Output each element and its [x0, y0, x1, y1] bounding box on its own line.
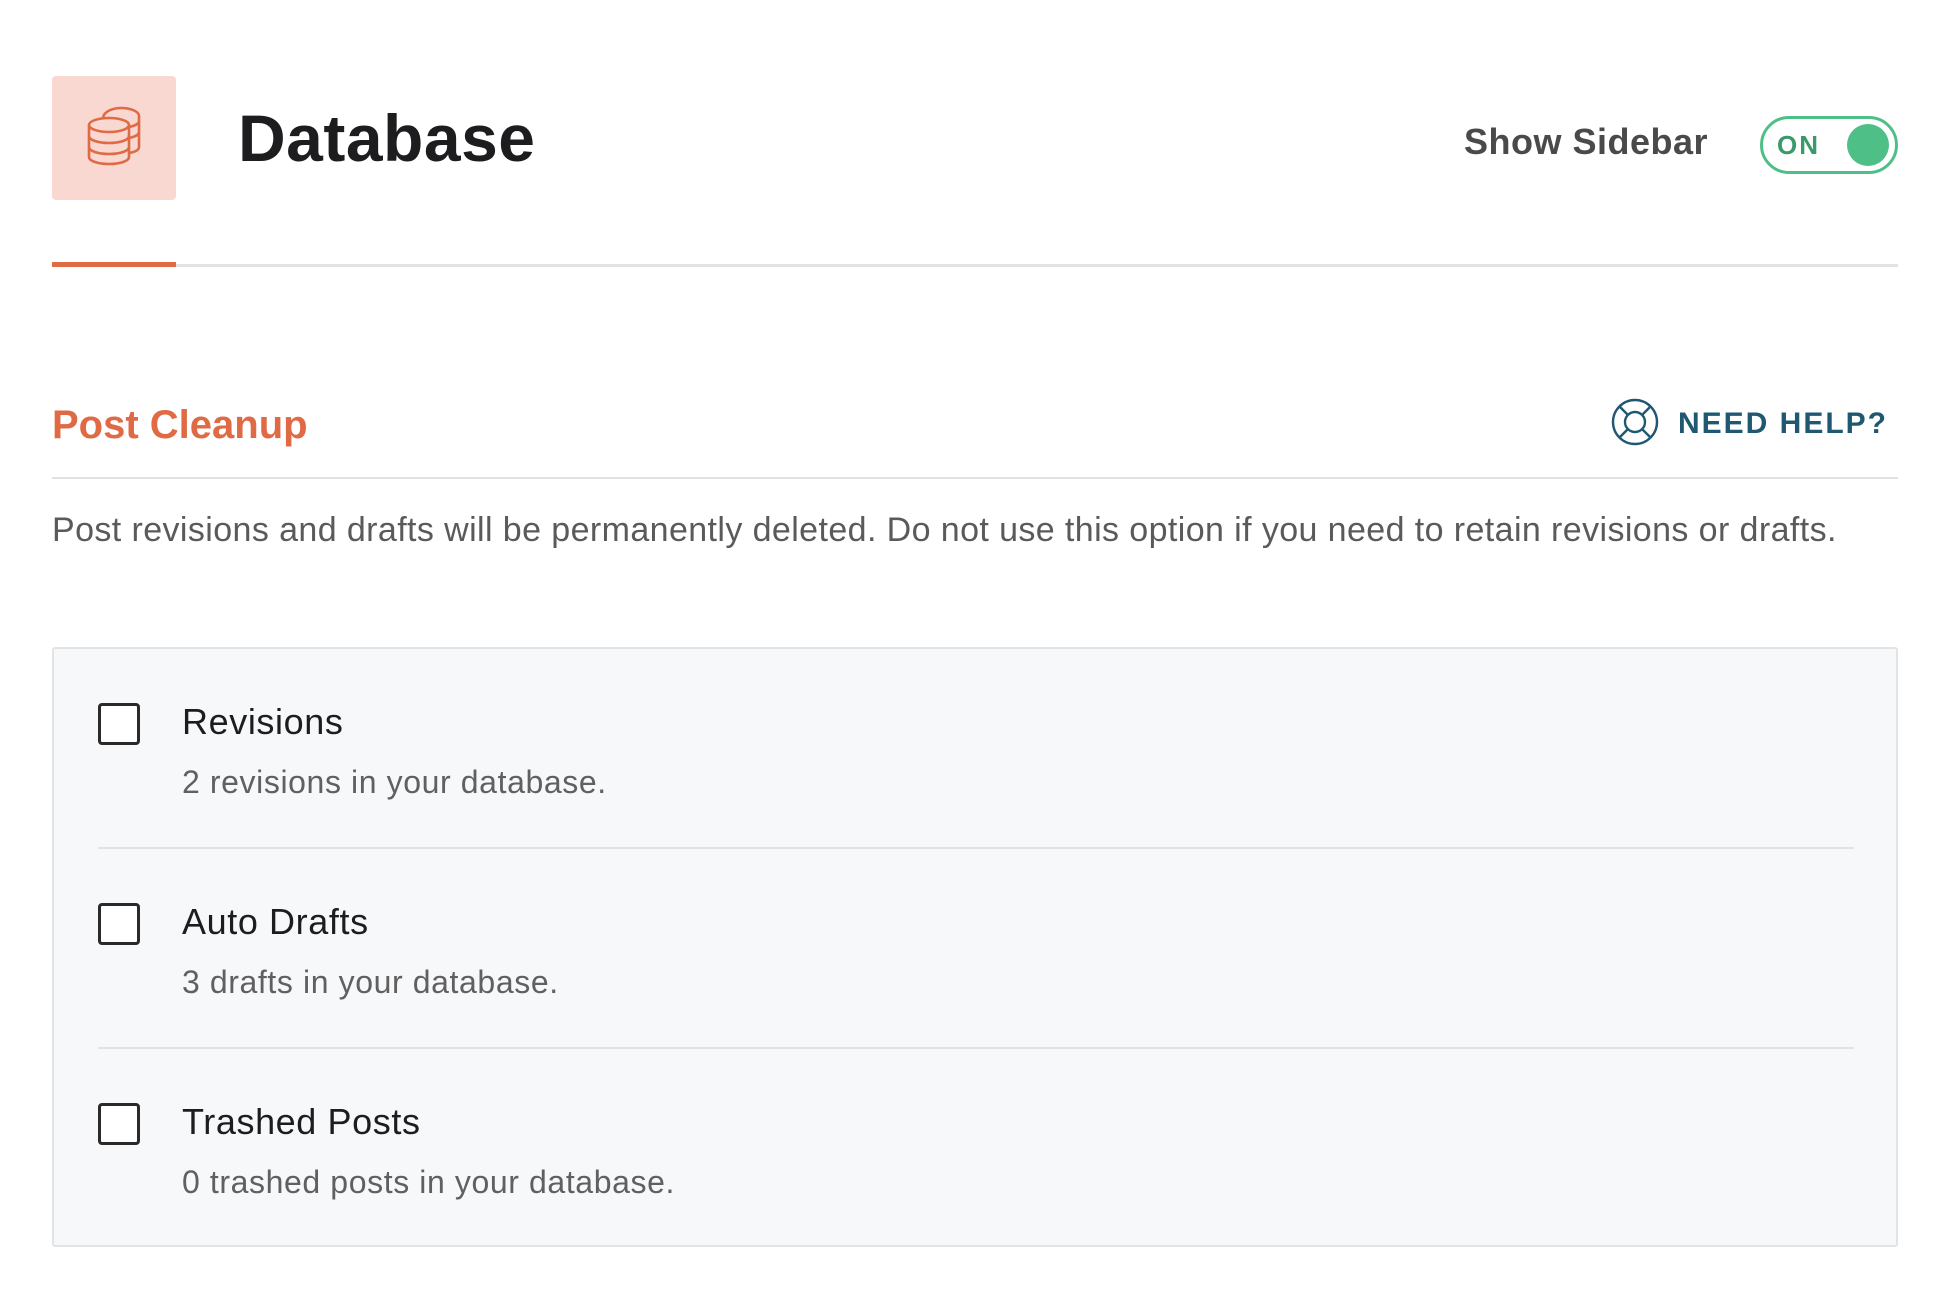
tab-divider: [52, 264, 1898, 267]
option-label[interactable]: Trashed Posts: [182, 1101, 421, 1143]
database-icon: [83, 103, 145, 174]
option-count-text: 0 trashed posts in your database.: [182, 1164, 675, 1200]
option-trashed-posts: Trashed Posts 0 trashed posts in your da…: [98, 1049, 1854, 1249]
database-settings-page: Database Show Sidebar ON Post Cleanup NE…: [0, 0, 1950, 1299]
show-sidebar-label: Show Sidebar: [1463, 121, 1708, 162]
option-auto-drafts: Auto Drafts 3 drafts in your database.: [98, 849, 1854, 1049]
page-header: Database Show Sidebar ON: [52, 76, 1898, 200]
option-revisions: Revisions 2 revisions in your database.: [98, 649, 1854, 849]
toggle-knob: [1847, 124, 1889, 166]
option-label[interactable]: Revisions: [182, 701, 343, 743]
lifebuoy-icon: [1610, 397, 1660, 452]
section-title: Post Cleanup: [52, 403, 308, 447]
database-icon-tile: [52, 76, 176, 200]
toggle-state-text: ON: [1777, 130, 1820, 160]
need-help-label: NEED HELP?: [1677, 407, 1888, 440]
section-description: Post revisions and drafts will be perman…: [52, 511, 1837, 549]
option-count-text: 3 drafts in your database.: [182, 964, 559, 1000]
option-label[interactable]: Auto Drafts: [182, 901, 369, 943]
show-sidebar-toggle[interactable]: ON: [1760, 116, 1898, 174]
option-count-text: 2 revisions in your database.: [182, 764, 607, 800]
trashed-posts-checkbox[interactable]: [98, 1103, 140, 1145]
page-title: Database: [238, 101, 536, 175]
section-divider: [52, 477, 1898, 479]
need-help-link[interactable]: NEED HELP?: [1610, 394, 1888, 454]
cleanup-options-panel: Revisions 2 revisions in your database. …: [52, 647, 1898, 1247]
auto-drafts-checkbox[interactable]: [98, 903, 140, 945]
revisions-checkbox[interactable]: [98, 703, 140, 745]
active-tab-indicator: [52, 262, 176, 267]
